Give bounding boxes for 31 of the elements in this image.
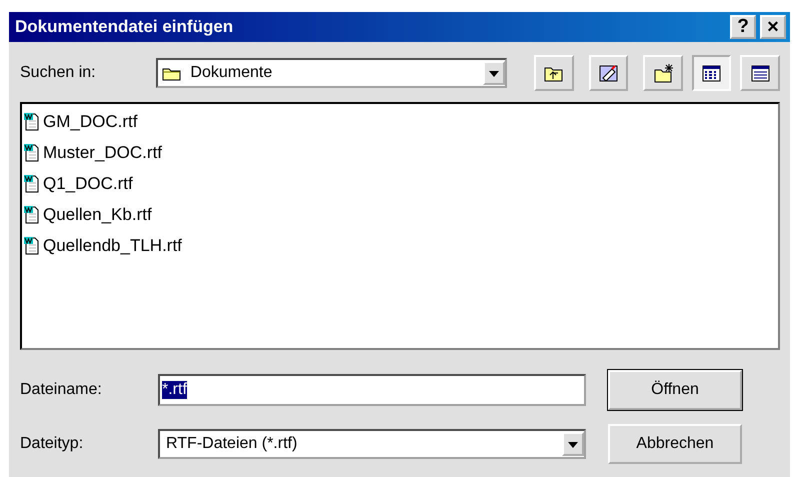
window-title: Dokumentendatei einfügen (15, 17, 234, 37)
open-button[interactable]: Öffnen (608, 370, 742, 410)
close-button[interactable]: × (760, 15, 786, 39)
filename-field[interactable]: *.rtf (158, 374, 586, 406)
file-item[interactable]: GM_DOC.rtf (42, 112, 138, 132)
new-folder-button[interactable] (643, 55, 683, 91)
folder-up-button[interactable] (534, 55, 574, 91)
document-icon (24, 144, 40, 162)
list-view-button[interactable] (692, 55, 732, 91)
file-item[interactable]: Muster_DOC.rtf (42, 142, 164, 162)
look-in-dropdown[interactable]: Dokumente (156, 58, 508, 88)
document-icon (24, 112, 40, 130)
details-view-icon (750, 62, 771, 84)
file-item[interactable]: Quellen_Kb.rtf (42, 204, 153, 224)
folder-icon (162, 66, 182, 80)
file-item[interactable]: Quellendb_TLH.rtf (42, 236, 183, 256)
new-folder-icon (652, 62, 674, 84)
document-icon (24, 236, 40, 254)
document-icon (24, 174, 40, 192)
dropdown-value: Dokumente (189, 64, 274, 82)
dropdown-value: RTF-Dateien (*.rtf) (165, 435, 298, 453)
field-label: Dateityp: (20, 435, 84, 453)
field-label: Dateiname: (20, 381, 103, 399)
file-item[interactable]: Q1_DOC.rtf (42, 174, 134, 194)
file-type-dropdown[interactable]: RTF-Dateien (*.rtf) (158, 429, 586, 459)
cancel-button[interactable]: Abbrechen (608, 424, 742, 464)
help-button[interactable]: ? (730, 15, 756, 39)
list-view-icon (701, 62, 722, 84)
document-icon (24, 206, 40, 224)
field-label: Suchen in: (20, 64, 97, 82)
details-view-button[interactable] (740, 55, 780, 91)
